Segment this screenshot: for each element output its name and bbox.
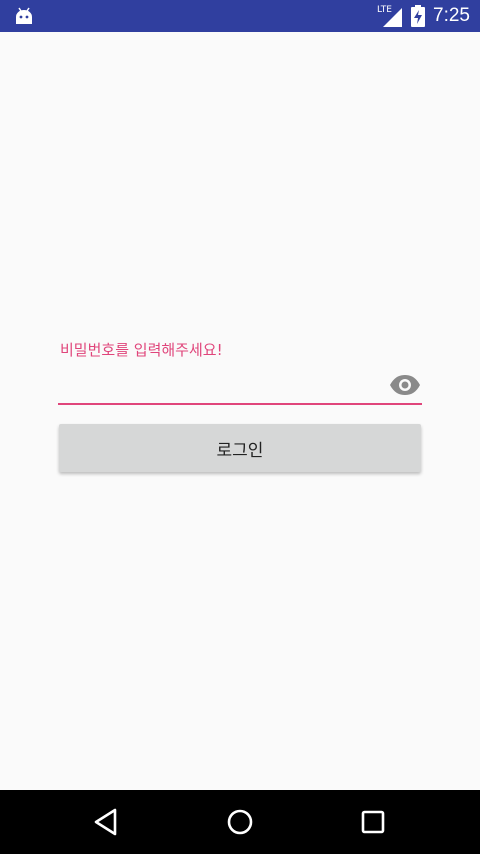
password-label: 비밀번호를 입력해주세요! (60, 341, 223, 359)
navigation-bar (0, 790, 480, 854)
back-icon[interactable] (89, 804, 125, 840)
password-input[interactable] (58, 366, 388, 400)
eye-icon[interactable] (389, 374, 421, 396)
password-underline (58, 403, 422, 405)
home-icon[interactable] (222, 804, 258, 840)
status-bar: LTE 7:25 (0, 0, 480, 32)
status-time: 7:25 (433, 5, 470, 26)
android-notification-icon (16, 7, 32, 24)
recents-icon[interactable] (355, 804, 391, 840)
login-screen: LTE 7:25 비밀번호를 입력해주세요! 로그인 (0, 0, 480, 854)
status-icons: LTE 7:25 (377, 0, 470, 32)
cell-signal-icon: LTE (377, 4, 403, 28)
login-button[interactable]: 로그인 (59, 424, 421, 472)
battery-charging-icon (411, 5, 426, 27)
